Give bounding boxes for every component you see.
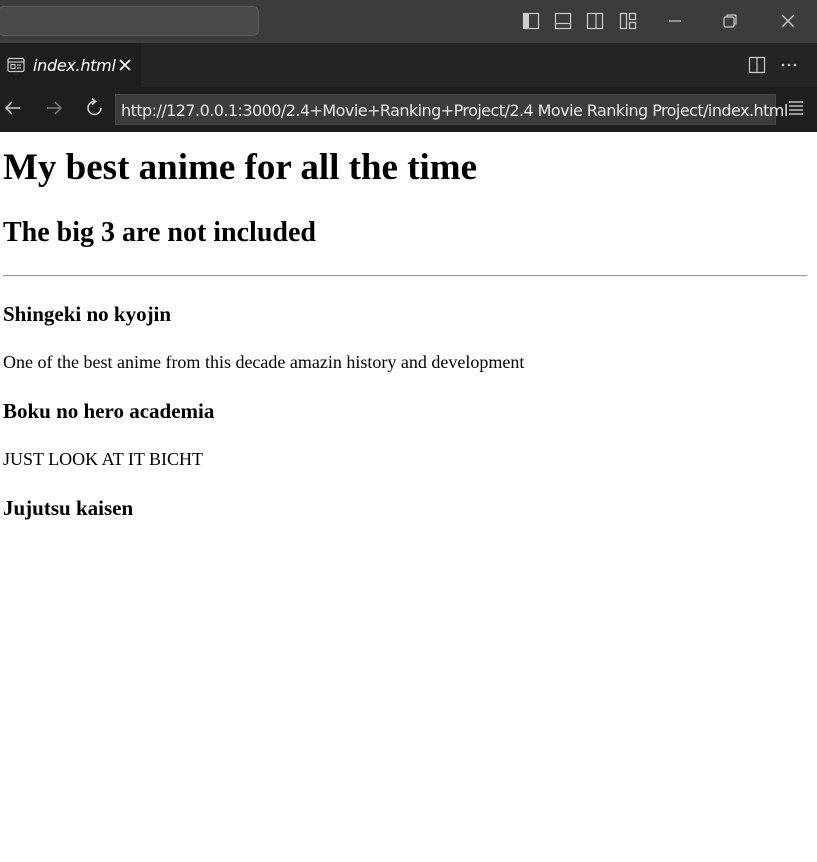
reload-icon[interactable] xyxy=(84,97,106,119)
url-text: http://127.0.0.1:3000/2.4+Movie+Ranking+… xyxy=(121,101,788,120)
tab-label: index.html xyxy=(33,56,116,75)
page-title: My best anime for all the time xyxy=(3,147,478,188)
preview-file-icon xyxy=(7,57,25,73)
tab-index-html[interactable]: index.html xyxy=(0,43,141,87)
horizontal-rule xyxy=(3,275,807,277)
toggle-panel-icon[interactable] xyxy=(553,11,573,31)
tab-bar: index.html xyxy=(0,43,817,87)
close-tab-icon[interactable] xyxy=(116,56,134,74)
title-bar xyxy=(0,0,817,43)
anime-title: Jujutsu kaisen xyxy=(3,496,134,520)
anime-title: Shingeki no kyojin xyxy=(3,302,172,326)
close-window-icon[interactable] xyxy=(778,11,798,31)
anime-description: One of the best anime from this decade a… xyxy=(3,352,525,372)
page-subtitle: The big 3 are not included xyxy=(3,217,316,248)
anime-title: Boku no hero academia xyxy=(3,399,215,423)
back-arrow-icon[interactable] xyxy=(3,98,23,118)
command-center-search[interactable] xyxy=(0,6,259,36)
page-content: My best anime for all the time The big 3… xyxy=(0,132,817,862)
more-actions-icon[interactable] xyxy=(779,55,799,75)
browser-nav-bar: http://127.0.0.1:3000/2.4+Movie+Ranking+… xyxy=(0,87,817,132)
browser-menu-icon[interactable] xyxy=(787,99,805,117)
customize-layout-icon[interactable] xyxy=(618,11,638,31)
restore-icon[interactable] xyxy=(720,11,740,31)
url-input[interactable]: http://127.0.0.1:3000/2.4+Movie+Ranking+… xyxy=(115,94,788,125)
split-editor-icon[interactable] xyxy=(747,55,767,75)
toggle-primary-sidebar-icon[interactable] xyxy=(521,11,541,31)
forward-arrow-icon[interactable] xyxy=(44,98,64,118)
anime-description: JUST LOOK AT IT BICHT xyxy=(3,449,204,469)
toggle-secondary-sidebar-icon[interactable] xyxy=(585,11,605,31)
minimize-icon[interactable] xyxy=(665,11,685,31)
